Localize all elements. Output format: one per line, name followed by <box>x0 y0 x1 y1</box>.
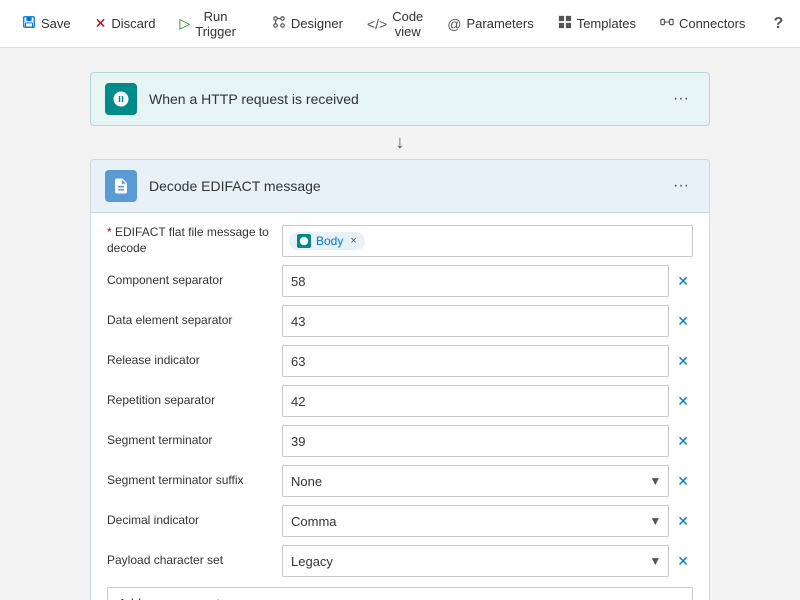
discard-button[interactable]: ✕ Discard <box>85 9 166 38</box>
payload-clear[interactable]: ✕ <box>673 551 693 572</box>
decimal-indicator-clear[interactable]: ✕ <box>673 511 693 532</box>
decimal-indicator-select[interactable]: Comma Period <box>282 505 669 537</box>
save-icon <box>22 15 36 32</box>
body-pill-label: Body <box>316 234 343 248</box>
http-icon <box>112 90 130 108</box>
run-trigger-label: Run Trigger <box>195 9 236 39</box>
decimal-indicator-row: Decimal indicator Comma Period ▼ ✕ <box>107 505 693 537</box>
connectors-button[interactable]: Connectors <box>650 9 755 38</box>
decimal-indicator-label: Decimal indicator <box>107 513 282 529</box>
data-element-input[interactable] <box>282 305 669 337</box>
payload-label: Payload character set <box>107 553 282 569</box>
action-ellipsis-button[interactable]: ··· <box>667 175 695 197</box>
action-block: Decode EDIFACT message ··· EDIFACT flat … <box>90 159 710 600</box>
segment-suffix-select-wrap: None CR LF CRLF ▼ <box>282 465 669 497</box>
component-separator-row: Component separator ✕ <box>107 265 693 297</box>
templates-icon <box>558 15 572 32</box>
code-view-label: Code view <box>392 9 423 39</box>
release-indicator-row: Release indicator ✕ <box>107 345 693 377</box>
segment-suffix-select[interactable]: None CR LF CRLF <box>282 465 669 497</box>
designer-label: Designer <box>291 16 343 31</box>
edifact-input-wrap[interactable]: Body × <box>282 225 693 257</box>
designer-icon <box>272 15 286 32</box>
data-element-clear[interactable]: ✕ <box>673 311 693 332</box>
segment-suffix-clear[interactable]: ✕ <box>673 471 693 492</box>
save-label: Save <box>41 16 71 31</box>
action-title: Decode EDIFACT message <box>149 178 667 194</box>
arrow-down: ↓ <box>40 132 760 153</box>
trigger-block: When a HTTP request is received ··· <box>90 72 710 126</box>
templates-label: Templates <box>577 16 636 31</box>
payload-control: Legacy UTF-8 ▼ ✕ <box>282 545 693 577</box>
body-pill-close[interactable]: × <box>350 235 356 247</box>
parameters-icon: @ <box>447 16 461 32</box>
data-element-control: ✕ <box>282 305 693 337</box>
parameters-button[interactable]: @ Parameters <box>437 10 543 38</box>
decimal-indicator-control: Comma Period ▼ ✕ <box>282 505 693 537</box>
discard-icon: ✕ <box>95 15 107 32</box>
payload-select[interactable]: Legacy UTF-8 <box>282 545 669 577</box>
decode-icon <box>112 177 130 195</box>
repetition-input[interactable] <box>282 385 669 417</box>
payload-select-wrap: Legacy UTF-8 ▼ <box>282 545 669 577</box>
segment-terminator-label: Segment terminator <box>107 433 282 449</box>
component-separator-label: Component separator <box>107 273 282 289</box>
help-icon: ? <box>773 15 783 33</box>
repetition-clear[interactable]: ✕ <box>673 391 693 412</box>
parameters-label: Parameters <box>467 16 534 31</box>
component-separator-input[interactable] <box>282 265 669 297</box>
form-body: EDIFACT flat file message to decode Body… <box>91 213 709 600</box>
toolbar: Save ✕ Discard ▷ Run Trigger Designer </… <box>0 0 800 48</box>
add-param-chevron-icon: ▼ <box>670 596 682 600</box>
discard-label: Discard <box>111 16 155 31</box>
action-icon-wrap <box>105 170 137 202</box>
add-param-label: Add new parameter <box>118 596 670 600</box>
release-indicator-clear[interactable]: ✕ <box>673 351 693 372</box>
run-trigger-button[interactable]: ▷ Run Trigger <box>169 3 245 45</box>
run-icon: ▷ <box>179 15 190 32</box>
segment-suffix-label: Segment terminator suffix <box>107 473 282 489</box>
body-pill: Body × <box>289 232 365 250</box>
trigger-ellipsis-button[interactable]: ··· <box>667 88 695 110</box>
templates-button[interactable]: Templates <box>548 9 646 38</box>
edifact-row: EDIFACT flat file message to decode Body… <box>107 225 693 257</box>
segment-suffix-row: Segment terminator suffix None CR LF CRL… <box>107 465 693 497</box>
action-header: Decode EDIFACT message ··· <box>91 160 709 213</box>
code-view-button[interactable]: </> Code view <box>357 3 433 45</box>
release-indicator-label: Release indicator <box>107 353 282 369</box>
segment-terminator-control: ✕ <box>282 425 693 457</box>
body-pill-icon <box>297 234 311 248</box>
segment-terminator-clear[interactable]: ✕ <box>673 431 693 452</box>
segment-terminator-input[interactable] <box>282 425 669 457</box>
help-button[interactable]: ? <box>763 9 793 39</box>
component-separator-clear[interactable]: ✕ <box>673 271 693 292</box>
release-indicator-input[interactable] <box>282 345 669 377</box>
edifact-label: EDIFACT flat file message to decode <box>107 225 282 256</box>
trigger-title: When a HTTP request is received <box>149 91 667 107</box>
canvas: When a HTTP request is received ··· ↓ De… <box>0 48 800 600</box>
code-icon: </> <box>367 16 387 32</box>
add-param-row[interactable]: Add new parameter ▼ <box>107 587 693 600</box>
release-indicator-control: ✕ <box>282 345 693 377</box>
repetition-label: Repetition separator <box>107 393 282 409</box>
save-button[interactable]: Save <box>12 9 81 38</box>
segment-suffix-control: None CR LF CRLF ▼ ✕ <box>282 465 693 497</box>
edifact-control: Body × <box>282 225 693 257</box>
data-element-row: Data element separator ✕ <box>107 305 693 337</box>
trigger-icon-wrap <box>105 83 137 115</box>
connectors-label: Connectors <box>679 16 745 31</box>
repetition-control: ✕ <box>282 385 693 417</box>
data-element-label: Data element separator <box>107 313 282 329</box>
designer-button[interactable]: Designer <box>262 9 353 38</box>
segment-terminator-row: Segment terminator ✕ <box>107 425 693 457</box>
payload-row: Payload character set Legacy UTF-8 ▼ ✕ <box>107 545 693 577</box>
component-separator-control: ✕ <box>282 265 693 297</box>
connectors-icon <box>660 15 674 32</box>
decimal-indicator-select-wrap: Comma Period ▼ <box>282 505 669 537</box>
repetition-row: Repetition separator ✕ <box>107 385 693 417</box>
